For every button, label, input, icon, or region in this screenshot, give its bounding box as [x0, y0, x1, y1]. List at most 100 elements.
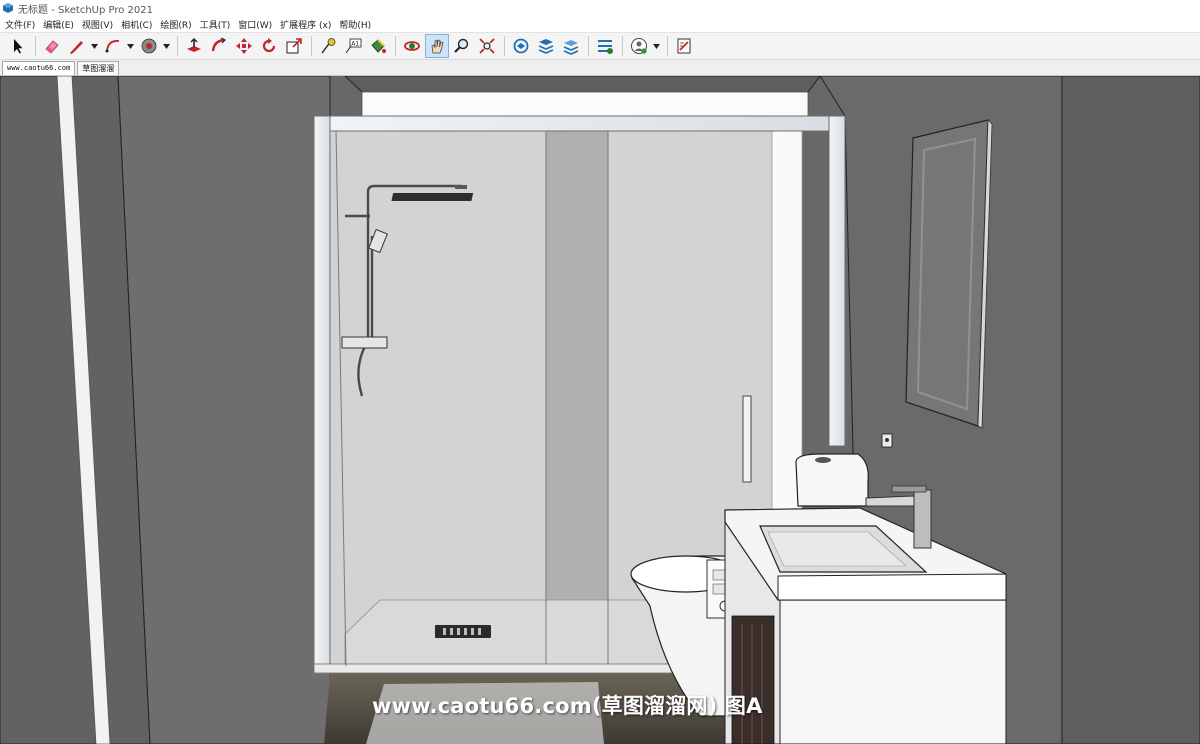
toolbar-separator	[588, 36, 589, 56]
arc-icon	[105, 40, 120, 53]
text-tool-button[interactable]: A1	[341, 34, 365, 58]
line-tool-dropdown[interactable]	[90, 34, 98, 58]
toolbar-separator	[177, 36, 178, 56]
arc-tool-dropdown[interactable]	[126, 34, 134, 58]
orbit-icon	[404, 41, 420, 51]
menu-file[interactable]: 文件(F)	[5, 18, 35, 31]
menu-extensions[interactable]: 扩展程序 (x)	[280, 18, 331, 31]
scale-tool-button[interactable]	[282, 34, 306, 58]
follow-me-icon	[211, 37, 227, 52]
main-toolbar: A1	[0, 32, 1200, 60]
toolbar-separator	[311, 36, 312, 56]
basin-faucet-spout	[865, 495, 915, 507]
tape-measure-icon	[321, 38, 336, 54]
model-viewport[interactable]: www.caotu66.com(草图溜溜网) 图A	[0, 76, 1200, 744]
pencil-line-icon	[70, 41, 83, 54]
vanity-front	[779, 597, 1007, 744]
eraser-icon	[45, 40, 59, 54]
tape-measure-tool-button[interactable]	[316, 34, 340, 58]
send-to-layout-icon	[677, 38, 691, 54]
follow-me-tool-button[interactable]	[207, 34, 231, 58]
3d-warehouse-button[interactable]	[509, 34, 533, 58]
push-pull-tool-button[interactable]	[182, 34, 206, 58]
svg-text:A1: A1	[351, 41, 359, 48]
layout-icon	[563, 40, 579, 55]
scene-tab-1[interactable]: www.caotu66.com	[2, 61, 76, 75]
title-bar: 无标题 - SketchUp Pro 2021	[0, 0, 1200, 16]
shower-head-arm	[455, 185, 467, 189]
eraser-tool-button[interactable]	[40, 34, 64, 58]
scale-icon	[286, 38, 302, 54]
shape-tool-dropdown[interactable]	[162, 34, 170, 58]
toolbar-separator	[667, 36, 668, 56]
send-to-layout-button[interactable]	[672, 34, 696, 58]
scene-tab-2[interactable]: 草图溜溜	[77, 61, 120, 75]
chevron-down-icon	[652, 43, 660, 49]
select-tool-button[interactable]	[6, 34, 30, 58]
enclosure-top-rail	[313, 115, 846, 132]
extension-manager-icon	[598, 40, 613, 54]
window-title: 无标题 - SketchUp Pro 2021	[18, 4, 153, 16]
paint-icon	[371, 39, 386, 53]
menu-window[interactable]: 窗口(W)	[238, 18, 272, 31]
user-account-icon	[631, 38, 647, 54]
zoom-extents-icon	[479, 38, 495, 54]
line-tool-button[interactable]	[65, 34, 89, 58]
shower-glass-overlap	[546, 131, 608, 663]
chevron-down-icon	[90, 43, 98, 49]
menu-camera[interactable]: 相机(C)	[121, 18, 152, 31]
menu-view[interactable]: 视图(V)	[82, 18, 113, 31]
rotate-tool-button[interactable]	[257, 34, 281, 58]
toolbar-separator	[35, 36, 36, 56]
toilet-flush-button	[815, 457, 831, 463]
basin-faucet-body	[913, 489, 932, 549]
paint-tool-button[interactable]	[366, 34, 390, 58]
enclosure-bottom-rail	[313, 663, 675, 674]
extension-manager-button[interactable]	[593, 34, 617, 58]
menu-edit[interactable]: 编辑(E)	[43, 18, 74, 31]
watermark-text: www.caotu66.com(草图溜溜网) 图A	[372, 694, 763, 718]
toilet-tank	[795, 453, 869, 507]
sketchup-app-icon	[3, 3, 13, 13]
pan-tool-button[interactable]	[425, 34, 449, 58]
account-dropdown[interactable]	[652, 34, 660, 58]
extension-warehouse-button[interactable]	[534, 34, 558, 58]
rotate-icon	[262, 38, 276, 53]
select-arrow-icon	[14, 39, 23, 54]
push-pull-icon	[187, 38, 201, 52]
orbit-tool-button[interactable]	[400, 34, 424, 58]
layout-button[interactable]	[559, 34, 583, 58]
move-icon	[236, 38, 252, 54]
shower-door-handle	[742, 395, 752, 483]
move-tool-button[interactable]	[232, 34, 256, 58]
vanity-dark-panel	[731, 615, 775, 744]
ceiling-light-strip	[361, 91, 809, 117]
warehouse-icon	[513, 38, 529, 54]
extension-warehouse-icon	[538, 39, 554, 54]
menu-tools[interactable]: 工具(T)	[200, 18, 231, 31]
ceiling-recess	[344, 76, 821, 93]
menu-draw[interactable]: 绘图(R)	[160, 18, 191, 31]
zoom-extents-tool-button[interactable]	[475, 34, 499, 58]
right-wall-corner	[1061, 76, 1200, 744]
enclosure-left-post	[313, 115, 331, 675]
pan-hand-icon	[431, 39, 444, 54]
chevron-down-icon	[162, 43, 170, 49]
menu-help[interactable]: 帮助(H)	[339, 18, 371, 31]
bathroom-model-render	[0, 76, 1200, 744]
toolbar-separator	[622, 36, 623, 56]
arc-tool-button[interactable]	[101, 34, 125, 58]
shower-mixer	[341, 336, 388, 349]
zoom-tool-button[interactable]	[450, 34, 474, 58]
enclosure-right-post	[828, 115, 846, 447]
left-inner-wall	[117, 76, 331, 744]
menu-bar: 文件(F) 编辑(E) 视图(V) 相机(C) 绘图(R) 工具(T) 窗口(W…	[0, 16, 1200, 32]
shape-tool-button[interactable]	[137, 34, 161, 58]
paint-bucket-icon	[141, 38, 157, 54]
chevron-down-icon	[126, 43, 134, 49]
toolbar-separator	[395, 36, 396, 56]
text-label-icon: A1	[345, 38, 362, 54]
zoom-icon	[454, 38, 469, 53]
account-button[interactable]	[627, 34, 651, 58]
toolbar-separator	[504, 36, 505, 56]
